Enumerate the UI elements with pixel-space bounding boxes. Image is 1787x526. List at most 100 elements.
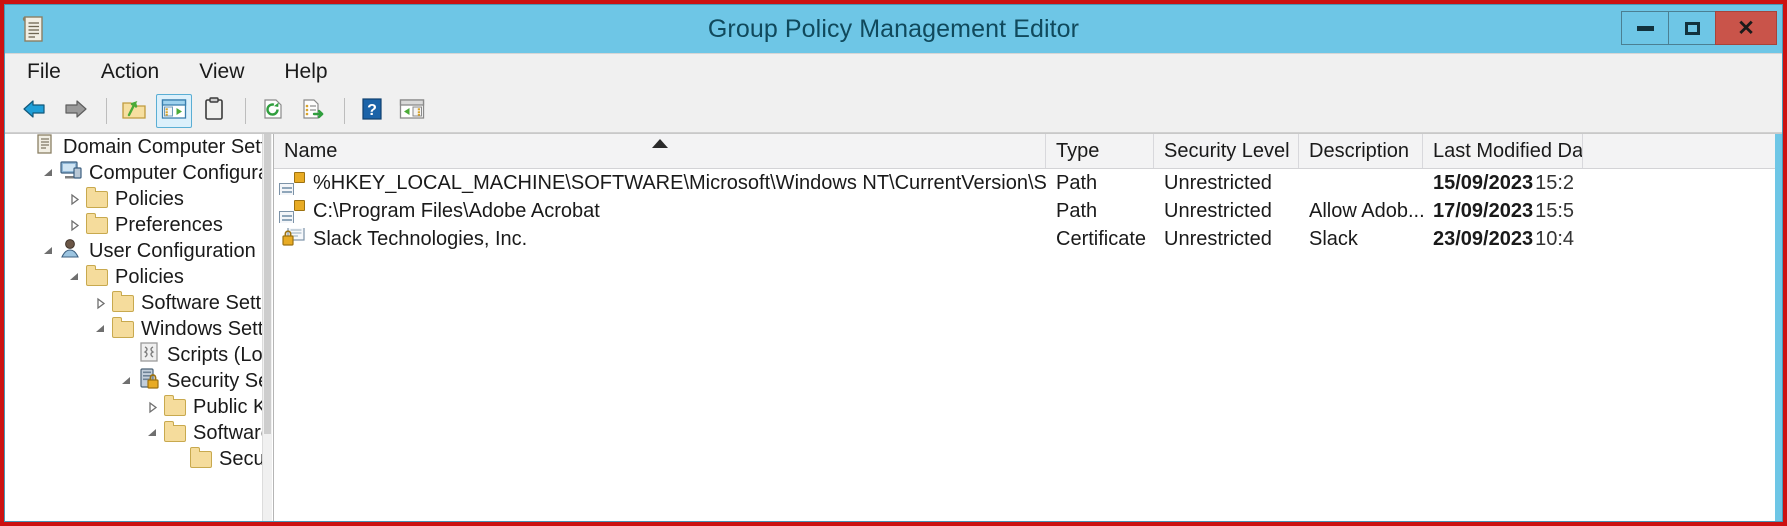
tree-expander-collapsed-icon[interactable] <box>141 401 163 414</box>
folder-icon <box>86 264 108 286</box>
menu-item-view[interactable]: View <box>197 54 246 90</box>
row-icon-wrap <box>279 199 306 223</box>
column-header-type[interactable]: Type <box>1046 134 1154 168</box>
tree-expander-collapsed-icon[interactable] <box>63 193 85 206</box>
minimize-button[interactable] <box>1621 11 1669 45</box>
tree-item-icon-wrap <box>59 239 83 262</box>
cell-security-level-label: Unrestricted <box>1164 199 1272 222</box>
tree-item-label: User Configuration <box>89 239 256 262</box>
export-list-icon <box>301 97 325 126</box>
forward-button[interactable] <box>57 94 93 128</box>
cell-security-level-label: Unrestricted <box>1164 227 1272 250</box>
toolbar-separator <box>106 98 107 124</box>
tree-item[interactable]: Public Key Policies <box>5 394 263 420</box>
tree-expander-collapsed-icon[interactable] <box>89 297 111 310</box>
cell-description-label: Slack <box>1309 227 1358 250</box>
group-policy-management-editor-window: Group Policy Management Editor ✕ File Ac… <box>0 0 1787 526</box>
show-action-pane-button[interactable] <box>394 94 430 128</box>
tree-item-icon-wrap <box>85 264 109 288</box>
console-tree-icon <box>161 98 187 125</box>
tree-item-label: Software Restriction Policies <box>193 421 263 444</box>
tree-item-label: Security Levels <box>219 447 263 470</box>
last-modified-time-label: 15:5 <box>1535 199 1575 222</box>
cell-last-modified-date: 23/09/2023 10:4 <box>1423 228 1583 251</box>
cell-name: Slack Technologies, Inc. <box>274 227 1046 251</box>
cell-security-level: Unrestricted <box>1154 200 1299 223</box>
menu-item-action[interactable]: Action <box>99 54 161 90</box>
tree-item-icon-wrap <box>137 342 161 366</box>
tree-item-label: Policies <box>115 265 184 288</box>
tree-item[interactable]: Windows Settings <box>5 316 263 342</box>
minimize-icon <box>1636 25 1654 31</box>
back-button[interactable] <box>17 94 53 128</box>
tree-item[interactable]: Policies <box>5 186 263 212</box>
rule-name-label: C:\Program Files\Adobe Acrobat <box>313 199 600 222</box>
list-column-headers[interactable]: Name Type Security Level Description Last Mo… <box>274 134 1782 169</box>
column-header-last-modified-date[interactable]: Last Modified Date <box>1423 134 1583 168</box>
last-modified-date-label: 23/09/2023 <box>1433 227 1534 250</box>
table-row[interactable]: Slack Technologies, Inc. Certificate Unres… <box>274 225 1782 253</box>
column-header-label: Security Level <box>1164 140 1290 162</box>
tree-item[interactable]: Security Settings <box>5 368 263 394</box>
up-one-level-button[interactable] <box>116 94 152 128</box>
tree-item-label: Public Key Policies <box>193 395 263 418</box>
table-row[interactable]: C:\Program Files\Adobe Acrobat Path Unrest… <box>274 197 1782 225</box>
certificate-rule-icon <box>282 227 306 251</box>
tree-item[interactable]: Policies <box>5 264 263 290</box>
tree-item[interactable]: Preferences <box>5 212 263 238</box>
title-bar[interactable]: Group Policy Management Editor ✕ <box>5 5 1782 53</box>
tree-vertical-scrollbar[interactable] <box>262 134 272 521</box>
cell-last-modified-date: 17/09/2023 15:5 <box>1423 200 1583 223</box>
maximize-button[interactable] <box>1668 11 1716 45</box>
table-row[interactable]: %HKEY_LOCAL_MACHINE\SOFTWARE\Microsoft\W… <box>274 169 1782 197</box>
tree-expander-expanded-icon[interactable] <box>141 427 163 440</box>
last-modified-time-label: 15:2 <box>1535 171 1575 194</box>
close-icon: ✕ <box>1737 16 1755 40</box>
close-button[interactable]: ✕ <box>1715 11 1777 45</box>
tree-item[interactable]: Scripts (Logon/Logoff) <box>5 342 263 368</box>
list-rows[interactable]: %HKEY_LOCAL_MACHINE\SOFTWARE\Microsoft\W… <box>274 169 1782 521</box>
tree-item[interactable]: User Configuration <box>5 238 263 264</box>
cell-name: %HKEY_LOCAL_MACHINE\SOFTWARE\Microsoft\W… <box>274 171 1046 195</box>
cell-type: Path <box>1046 200 1154 223</box>
properties-button[interactable] <box>196 94 232 128</box>
column-header-description[interactable]: Description <box>1299 134 1423 168</box>
column-header-label: Type <box>1056 140 1100 162</box>
tree-expander-expanded-icon[interactable] <box>37 167 59 180</box>
refresh-button[interactable] <box>255 94 291 128</box>
tree-expander-collapsed-icon[interactable] <box>63 219 85 232</box>
cell-type-label: Path <box>1056 171 1098 194</box>
application-window: Group Policy Management Editor ✕ File Ac… <box>4 4 1783 522</box>
menu-item-file[interactable]: File <box>25 54 63 90</box>
show-hide-console-tree-button[interactable] <box>156 94 192 128</box>
tree-item[interactable]: Security Levels <box>5 446 263 472</box>
last-modified-date-label: 15/09/2023 <box>1433 171 1534 194</box>
column-header-name[interactable]: Name <box>274 134 1046 168</box>
tree-expander-expanded-icon[interactable] <box>115 375 137 388</box>
cell-security-level: Unrestricted <box>1154 228 1299 251</box>
tree-expander-expanded-icon[interactable] <box>37 245 59 258</box>
folder-icon <box>112 290 134 312</box>
tree-item-label: Policies <box>115 187 184 210</box>
help-button[interactable]: ? <box>354 94 390 128</box>
cell-description: Allow Adob... <box>1299 200 1423 223</box>
tree-item[interactable]: Software Settings <box>5 290 263 316</box>
column-header-security-level[interactable]: Security Level <box>1154 134 1299 168</box>
cell-type-label: Certificate <box>1056 227 1147 250</box>
tree-item[interactable]: Domain Computer Settings <box>5 134 263 160</box>
console-tree[interactable]: Domain Computer Settings Computer Configu… <box>5 134 263 521</box>
menu-item-help[interactable]: Help <box>282 54 329 90</box>
tree-item[interactable]: Software Restriction Policies <box>5 420 263 446</box>
export-list-button[interactable] <box>295 94 331 128</box>
tree-scrollbar-thumb[interactable] <box>264 134 271 434</box>
tree-expander-expanded-icon[interactable] <box>89 323 111 336</box>
forward-arrow-icon <box>62 98 88 125</box>
list-vertical-scrollbar[interactable] <box>1775 134 1782 521</box>
action-pane-icon <box>399 98 425 125</box>
policy-document-icon <box>34 134 56 160</box>
column-header-label: Name <box>284 140 338 162</box>
tree-item[interactable]: Computer Configuration <box>5 160 263 186</box>
tree-expander-expanded-icon[interactable] <box>63 271 85 284</box>
tree-item-icon-wrap <box>59 161 83 184</box>
tree-item-icon-wrap <box>189 446 213 470</box>
